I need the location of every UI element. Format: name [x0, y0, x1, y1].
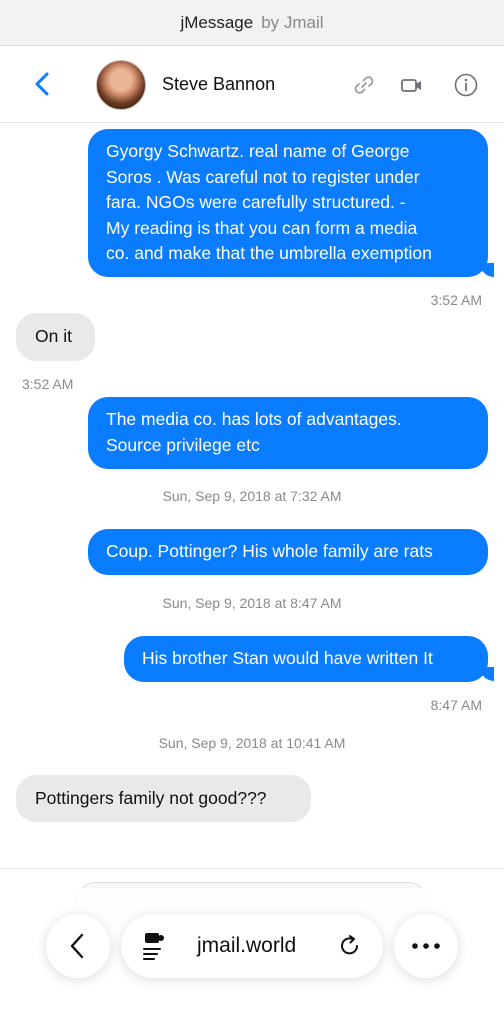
app-title-bar: jMessage by Jmail — [0, 0, 504, 46]
url-text: jmail.world — [197, 934, 297, 957]
contact-name[interactable]: Steve Bannon — [162, 74, 275, 95]
message-line: Source privilege etc — [106, 434, 260, 455]
message-bubble-outgoing[interactable]: The media co. has lots of advantages. So… — [88, 397, 488, 469]
message-line: fara. NGOs were carefully structured. - — [106, 192, 406, 212]
message-line: My reading is that you can form a media — [106, 217, 418, 238]
message-bubble-outgoing[interactable]: His brother Stan would have written It — [124, 636, 488, 682]
more-button[interactable] — [394, 914, 458, 978]
date-separator: Sun, Sep 9, 2018 at 7:32 AM — [162, 488, 342, 504]
avatar[interactable] — [96, 60, 146, 110]
message-line: Soros . Was careful not to register unde… — [106, 166, 420, 187]
info-icon[interactable] — [453, 72, 479, 98]
message-line: The media co. has lots of advantages. — [106, 409, 402, 429]
message-text: His brother Stan would have written It — [142, 648, 433, 668]
more-icon — [412, 943, 440, 949]
message-text: On it — [35, 326, 72, 346]
message-bubble-outgoing[interactable]: Coup. Pottinger? His whole family are ra… — [88, 529, 488, 575]
message-timestamp: 3:52 AM — [22, 376, 74, 392]
app-subtitle: by Jmail — [261, 12, 324, 32]
app-title: jMessage — [180, 12, 254, 32]
message-line: Gyorgy Schwartz. real name of George — [106, 141, 410, 161]
divider — [0, 868, 504, 869]
message-bubble-incoming[interactable]: Pottingers family not good??? — [16, 775, 311, 822]
message-timestamp: 8:47 AM — [430, 697, 482, 713]
date-separator: Sun, Sep 9, 2018 at 8:47 AM — [162, 595, 342, 611]
message-text: Coup. Pottinger? His whole family are ra… — [106, 541, 433, 561]
link-icon[interactable] — [351, 72, 377, 98]
address-bar[interactable]: jmail.world — [121, 914, 383, 978]
message-bubble-incoming[interactable]: On it — [16, 313, 95, 361]
back-chevron-icon[interactable] — [30, 70, 56, 98]
browser-back-button[interactable] — [46, 914, 110, 978]
browser-back-icon — [70, 933, 84, 959]
reload-icon[interactable] — [337, 933, 363, 959]
bubble-tail — [480, 667, 494, 681]
message-timestamp: 3:52 AM — [430, 292, 482, 308]
date-separator: Sun, Sep 9, 2018 at 10:41 AM — [158, 735, 346, 751]
bubble-tail — [480, 263, 494, 277]
message-bubble-outgoing[interactable]: Gyorgy Schwartz. real name of George Sor… — [88, 129, 488, 277]
message-text: Pottingers family not good??? — [35, 788, 267, 808]
conversation-header: Steve Bannon — [0, 46, 504, 123]
video-camera-icon[interactable] — [399, 72, 425, 98]
message-line: co. and make that the umbrella exemption — [106, 243, 432, 263]
page-settings-icon — [143, 933, 164, 960]
